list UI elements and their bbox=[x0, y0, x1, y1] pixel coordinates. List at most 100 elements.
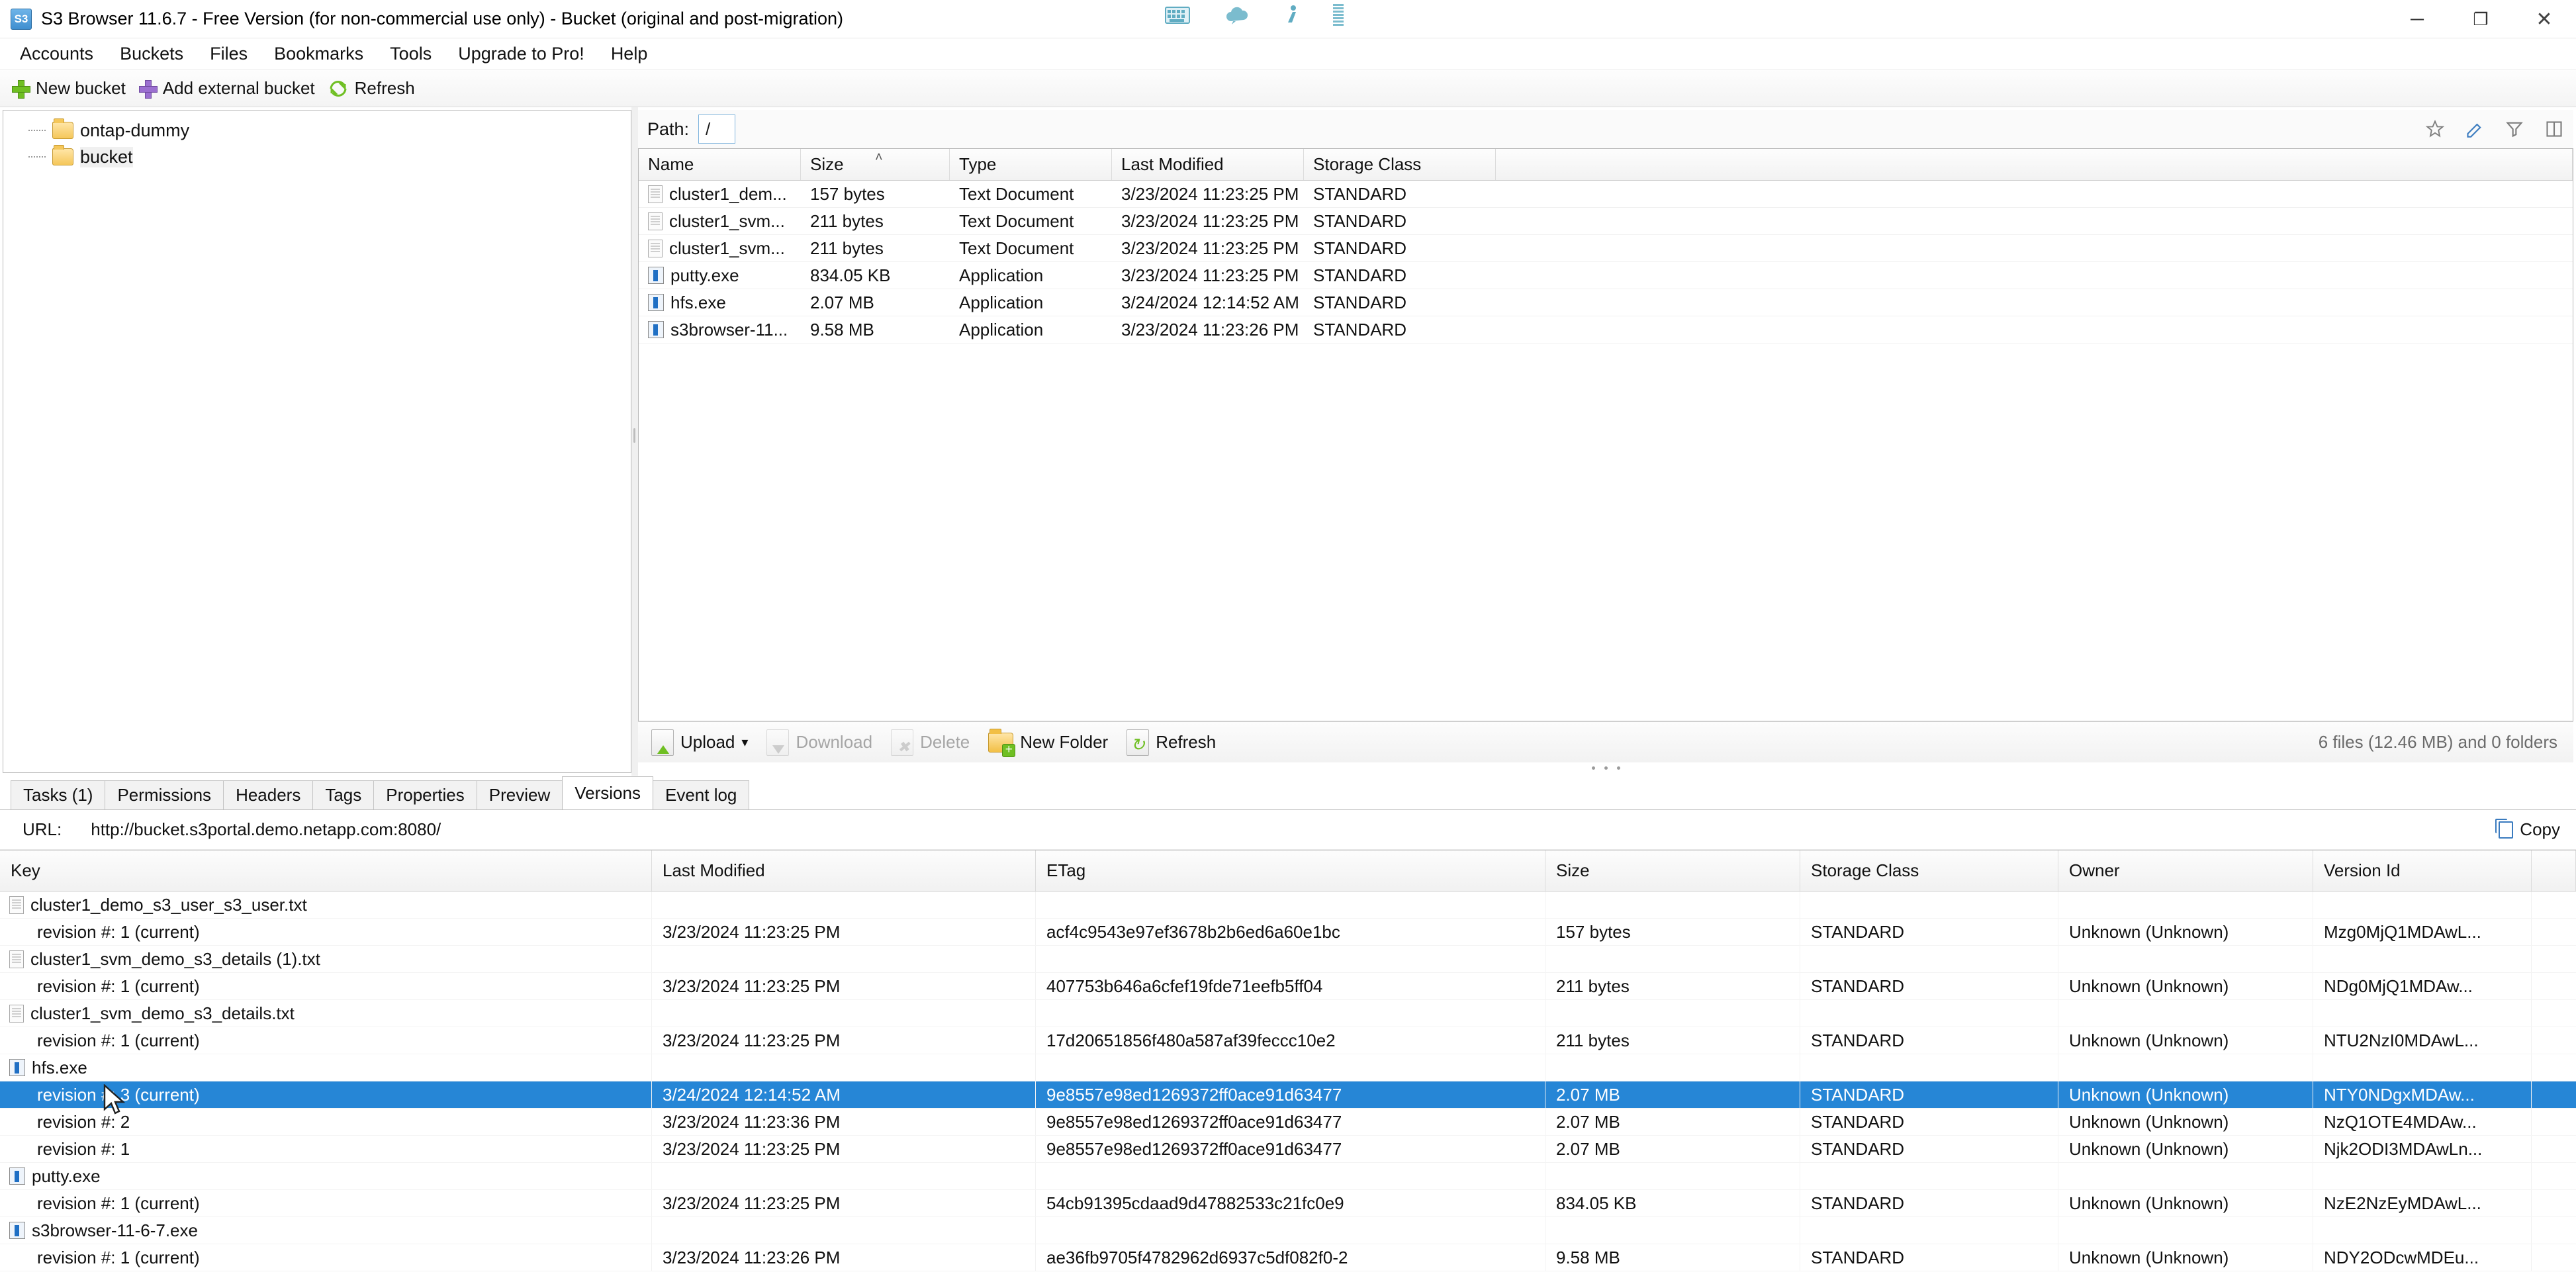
url-value[interactable]: http://bucket.s3portal.demo.netapp.com:8… bbox=[91, 819, 441, 840]
file-row[interactable]: cluster1_svm...211 bytesText Document3/2… bbox=[639, 235, 2573, 262]
new-bucket-button[interactable]: New bucket bbox=[9, 75, 136, 101]
list-icon[interactable] bbox=[1333, 4, 1345, 26]
versions-cell-version-id bbox=[2313, 946, 2532, 972]
download-button[interactable]: Download bbox=[764, 727, 884, 758]
file-row[interactable]: cluster1_dem...157 bytesText Document3/2… bbox=[639, 181, 2573, 208]
versions-revision-row[interactable]: revision #: 23/23/2024 11:23:36 PM9e8557… bbox=[0, 1109, 2576, 1136]
menu-buckets[interactable]: Buckets bbox=[107, 40, 197, 68]
file-row[interactable]: hfs.exe2.07 MBApplication3/24/2024 12:14… bbox=[639, 289, 2573, 316]
versions-grid-body[interactable]: cluster1_demo_s3_user_s3_user.txtrevisio… bbox=[0, 891, 2576, 1271]
versions-cell-size: 157 bytes bbox=[1545, 919, 1800, 945]
close-button[interactable]: ✕ bbox=[2512, 0, 2576, 38]
keyboard-icon[interactable] bbox=[1165, 7, 1190, 24]
file-col-storage[interactable]: Storage Class bbox=[1304, 149, 1496, 180]
versions-object-row[interactable]: cluster1_svm_demo_s3_details.txt bbox=[0, 1000, 2576, 1027]
path-input[interactable]: / bbox=[698, 114, 735, 144]
tree-item-bucket[interactable]: bucket bbox=[3, 144, 631, 170]
versions-revision-row[interactable]: revision #: 3 (current)3/24/2024 12:14:5… bbox=[0, 1081, 2576, 1109]
file-list-body[interactable]: cluster1_dem...157 bytesText Document3/2… bbox=[639, 181, 2573, 721]
versions-cell-key: revision #: 3 (current) bbox=[0, 1081, 652, 1108]
columns-icon[interactable] bbox=[2544, 120, 2564, 138]
file-name-label: cluster1_dem... bbox=[669, 184, 787, 205]
versions-object-row[interactable]: cluster1_svm_demo_s3_details (1).txt bbox=[0, 946, 2576, 973]
versions-revision-row[interactable]: revision #: 1 (current)3/23/2024 11:23:2… bbox=[0, 1190, 2576, 1217]
versions-object-row[interactable]: putty.exe bbox=[0, 1163, 2576, 1190]
tab-preview[interactable]: Preview bbox=[477, 780, 563, 809]
maximize-button[interactable]: ❐ bbox=[2449, 0, 2512, 38]
versions-cell-key: putty.exe bbox=[0, 1163, 652, 1189]
refresh-files-button[interactable]: ↻ Refresh bbox=[1124, 727, 1228, 758]
filter-icon[interactable] bbox=[2505, 120, 2524, 138]
versions-col-storage-class[interactable]: Storage Class bbox=[1800, 850, 2058, 891]
versions-revision-row[interactable]: revision #: 1 (current)3/23/2024 11:23:2… bbox=[0, 919, 2576, 946]
versions-key-label: s3browser-11-6-7.exe bbox=[32, 1220, 198, 1241]
versions-revision-row[interactable]: revision #: 1 (current)3/23/2024 11:23:2… bbox=[0, 1244, 2576, 1271]
file-col-type[interactable]: Type bbox=[950, 149, 1112, 180]
file-cell-size: 211 bytes bbox=[801, 208, 950, 234]
delete-button[interactable]: ✖ Delete bbox=[888, 727, 982, 758]
tab-properties[interactable]: Properties bbox=[373, 780, 477, 809]
menu-accounts[interactable]: Accounts bbox=[7, 40, 107, 68]
file-cell-modified: 3/23/2024 11:23:25 PM bbox=[1112, 208, 1304, 234]
versions-cell-etag bbox=[1036, 946, 1545, 972]
menu-tools[interactable]: Tools bbox=[377, 40, 445, 68]
tab-event-log[interactable]: Event log bbox=[653, 780, 749, 809]
new-folder-button[interactable]: New Folder bbox=[986, 729, 1120, 755]
versions-col-size[interactable]: Size bbox=[1545, 850, 1800, 891]
cloud-icon[interactable] bbox=[1224, 5, 1251, 25]
upload-button[interactable]: Upload ▾ bbox=[649, 727, 760, 758]
versions-revision-row[interactable]: revision #: 1 (current)3/23/2024 11:23:2… bbox=[0, 973, 2576, 1000]
versions-col-version-id[interactable]: Version Id bbox=[2313, 850, 2532, 891]
versions-object-row[interactable]: cluster1_demo_s3_user_s3_user.txt bbox=[0, 891, 2576, 919]
upload-caret-icon[interactable]: ▾ bbox=[741, 734, 748, 751]
refresh-buckets-button[interactable]: Refresh bbox=[326, 75, 426, 101]
versions-cell-version-id: Mzg0MjQ1MDAwL... bbox=[2313, 919, 2532, 945]
file-row[interactable]: s3browser-11...9.58 MBApplication3/23/20… bbox=[639, 316, 2573, 343]
versions-col-last-modified[interactable]: Last Modified bbox=[652, 850, 1036, 891]
versions-cell-key: cluster1_svm_demo_s3_details (1).txt bbox=[0, 946, 652, 972]
star-icon[interactable] bbox=[2425, 120, 2445, 138]
bucket-tree-panel[interactable]: ontap-dummy bucket bbox=[3, 110, 631, 773]
file-col-name[interactable]: Name bbox=[639, 149, 801, 180]
versions-col-etag[interactable]: ETag bbox=[1036, 850, 1545, 891]
menu-bookmarks[interactable]: Bookmarks bbox=[261, 40, 377, 68]
menu-upgrade-to-pro[interactable]: Upgrade to Pro! bbox=[445, 40, 598, 68]
detail-tabs[interactable]: Tasks (1)PermissionsHeadersTagsPropertie… bbox=[0, 776, 2576, 810]
versions-col-filler bbox=[2532, 850, 2576, 891]
info-icon[interactable] bbox=[1285, 5, 1299, 26]
versions-cell-etag: 9e8557e98ed1269372ff0ace91d63477 bbox=[1036, 1136, 1545, 1162]
versions-grid[interactable]: Key Last Modified ETag Size Storage Clas… bbox=[0, 850, 2576, 1280]
add-external-bucket-button[interactable]: Add external bucket bbox=[136, 75, 326, 101]
versions-object-row[interactable]: hfs.exe bbox=[0, 1054, 2576, 1081]
file-list[interactable]: Name ˄ Size Type Last Modified Storage C… bbox=[638, 148, 2573, 721]
versions-revision-row[interactable]: revision #: 1 (current)3/23/2024 11:23:2… bbox=[0, 1027, 2576, 1054]
tab-versions[interactable]: Versions bbox=[562, 776, 653, 809]
copy-url-button[interactable]: Copy bbox=[2499, 819, 2560, 840]
versions-cell-last-modified: 3/23/2024 11:23:25 PM bbox=[652, 1027, 1036, 1054]
tab-tasks-1[interactable]: Tasks (1) bbox=[11, 780, 105, 809]
tab-permissions[interactable]: Permissions bbox=[105, 780, 224, 809]
file-row[interactable]: putty.exe834.05 KBApplication3/23/2024 1… bbox=[639, 262, 2573, 289]
panel-splitter[interactable] bbox=[631, 107, 638, 776]
tab-headers[interactable]: Headers bbox=[223, 780, 313, 809]
versions-col-key[interactable]: Key bbox=[0, 850, 652, 891]
minimize-button[interactable]: ─ bbox=[2385, 0, 2449, 38]
versions-cell-etag bbox=[1036, 1000, 1545, 1027]
title-bar: S3 S3 Browser 11.6.7 - Free Version (for… bbox=[0, 0, 2576, 38]
panel-resize-handle[interactable] bbox=[638, 762, 2573, 773]
menu-files[interactable]: Files bbox=[197, 40, 261, 68]
tab-tags[interactable]: Tags bbox=[312, 780, 374, 809]
versions-cell-etag: 9e8557e98ed1269372ff0ace91d63477 bbox=[1036, 1081, 1545, 1108]
menu-help[interactable]: Help bbox=[598, 40, 661, 68]
versions-col-owner[interactable]: Owner bbox=[2058, 850, 2313, 891]
versions-cell-version-id: NDg0MjQ1MDAw... bbox=[2313, 973, 2532, 999]
file-col-size[interactable]: ˄ Size bbox=[801, 149, 950, 180]
edit-icon[interactable] bbox=[2465, 120, 2485, 138]
tree-item-ontap-dummy[interactable]: ontap-dummy bbox=[3, 117, 631, 144]
file-col-modified[interactable]: Last Modified bbox=[1112, 149, 1304, 180]
versions-revision-row[interactable]: revision #: 13/23/2024 11:23:25 PM9e8557… bbox=[0, 1136, 2576, 1163]
versions-object-row[interactable]: s3browser-11-6-7.exe bbox=[0, 1217, 2576, 1244]
file-row[interactable]: cluster1_svm...211 bytesText Document3/2… bbox=[639, 208, 2573, 235]
versions-cell-etag bbox=[1036, 1217, 1545, 1244]
text-file-icon bbox=[648, 185, 663, 203]
